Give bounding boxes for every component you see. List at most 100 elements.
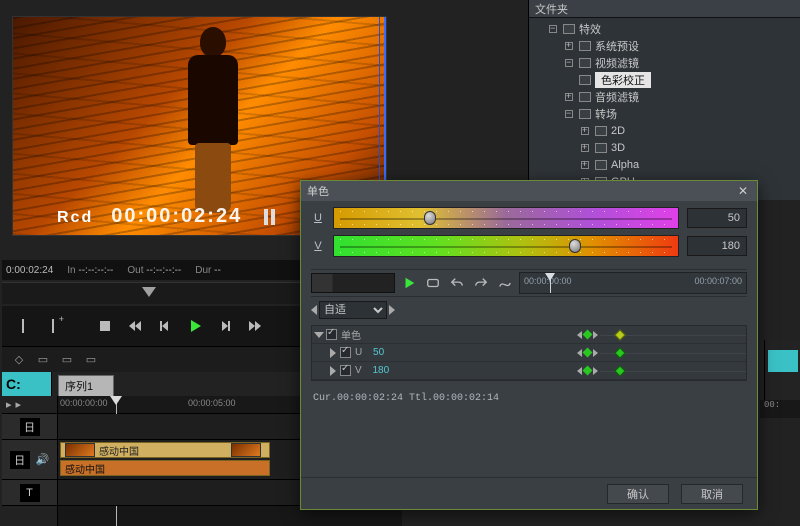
kf-fit-row: 自适 — [311, 301, 747, 319]
kf-thumbnail — [311, 273, 395, 293]
tl-header-tools[interactable]: ▸▸ — [2, 396, 57, 414]
speaker-icon[interactable]: 🔊 — [36, 453, 50, 466]
fit-next-button[interactable] — [389, 305, 395, 315]
clip-audio-1[interactable]: 感动中国 — [60, 460, 270, 476]
right-cyan-box[interactable] — [768, 350, 798, 372]
mark-in-plus-button[interactable] — [42, 315, 64, 337]
tree-color-correct[interactable]: 色彩校正 — [535, 71, 800, 88]
tree-audio-filter[interactable]: 音频滤镜 — [535, 88, 800, 105]
sequence-tab[interactable]: 序列1 — [58, 375, 114, 396]
mark-in-button[interactable] — [12, 315, 34, 337]
param-tree: 单色 U 50 V 180 — [311, 325, 747, 381]
folder-icon — [579, 58, 591, 68]
pause-icon — [256, 205, 268, 227]
ok-button[interactable]: 确认 — [607, 484, 669, 504]
u-label: U — [311, 212, 325, 224]
tree-alpha[interactable]: Alpha — [535, 156, 800, 173]
disclosure-icon[interactable] — [330, 348, 336, 358]
tool-ico-3[interactable]: ▭ — [60, 353, 74, 367]
effects-title: 文件夹 — [529, 0, 800, 18]
step-back-button[interactable] — [154, 315, 176, 337]
disclosure-icon[interactable] — [330, 366, 336, 376]
sequence-source-label: C: — [2, 372, 52, 396]
monochrome-dialog: 单色 ✕ U V 00:00:00:00 00:00:07:00 — [300, 180, 758, 510]
u-slider[interactable] — [333, 207, 679, 229]
param-v-value[interactable]: 180 — [372, 365, 400, 376]
keyframe-marker[interactable] — [614, 347, 625, 358]
param-v[interactable]: V 180 — [312, 362, 746, 380]
tree-3d[interactable]: 3D — [535, 139, 800, 156]
play-button[interactable] — [184, 315, 206, 337]
u-value-input[interactable] — [687, 208, 747, 228]
kf-loop-button[interactable] — [423, 273, 443, 293]
kf-ruler[interactable]: 00:00:00:00 00:00:07:00 — [519, 272, 747, 294]
stop-button[interactable] — [94, 315, 116, 337]
step-fwd-button[interactable] — [214, 315, 236, 337]
tree-root[interactable]: 特效 — [535, 20, 800, 37]
kf-redo-button[interactable] — [471, 273, 491, 293]
param-root-check[interactable] — [326, 329, 337, 340]
v-slider[interactable] — [333, 235, 679, 257]
tree-video-filter[interactable]: 视频滤镜 — [535, 54, 800, 71]
kf-prev-icon[interactable] — [577, 331, 582, 339]
folder-icon — [563, 24, 575, 34]
kf-playhead[interactable] — [550, 273, 551, 293]
fit-prev-button[interactable] — [311, 305, 317, 315]
track-v1-label: 日 — [10, 451, 30, 469]
param-v-check[interactable] — [340, 365, 351, 376]
rcd-timecode: 00:00:02:24 — [111, 205, 242, 227]
cancel-button[interactable]: 取消 — [681, 484, 743, 504]
scrub-pointer[interactable] — [142, 287, 156, 297]
dialog-footer: 确认 取消 — [301, 477, 757, 509]
track-header-v1[interactable]: 日🔊 — [2, 440, 57, 480]
kf-next-icon[interactable] — [593, 367, 598, 375]
param-root[interactable]: 单色 — [312, 326, 746, 344]
rewind-button[interactable] — [124, 315, 146, 337]
kf-undo-button[interactable] — [447, 273, 467, 293]
tree-root-label: 特效 — [579, 21, 601, 37]
ruler-mark-0: 00:00:00:00 — [60, 398, 108, 408]
param-u[interactable]: U 50 — [312, 344, 746, 362]
kf-prev-icon[interactable] — [577, 349, 582, 357]
param-u-value[interactable]: 50 — [373, 347, 401, 358]
kf-curve-button[interactable] — [495, 273, 515, 293]
close-icon[interactable]: ✕ — [735, 184, 751, 198]
tool-ico-2[interactable]: ▭ — [36, 353, 50, 367]
keyframe-marker[interactable] — [614, 329, 625, 340]
clip-video-1[interactable]: 感动中国 — [60, 442, 270, 458]
right-ruler: 00: — [760, 400, 800, 418]
dialog-titlebar[interactable]: 单色 ✕ — [301, 181, 757, 201]
tree-color-correct-label: 色彩校正 — [595, 72, 651, 88]
v-slider-knob[interactable] — [569, 239, 581, 253]
fast-fwd-button[interactable] — [244, 315, 266, 337]
ruler-mark-1: 00:00:05:00 — [188, 398, 236, 408]
folder-icon — [595, 143, 607, 153]
track-header-v2[interactable]: 日 — [2, 414, 57, 440]
disclosure-icon[interactable] — [314, 332, 324, 338]
current-tc: 0:00:02:24 — [6, 265, 53, 276]
track-header-t[interactable]: T — [2, 480, 57, 506]
tree-transitions[interactable]: 转场 — [535, 105, 800, 122]
kf-next-icon[interactable] — [593, 349, 598, 357]
tree-sys-preset-label: 系统预设 — [595, 38, 639, 54]
tree-2d[interactable]: 2D — [535, 122, 800, 139]
tree-3d-label: 3D — [611, 142, 625, 154]
effects-panel: 文件夹 特效 系统预设 视频滤镜 色彩校正 音频滤镜 转场 2D 3D Alph… — [528, 0, 800, 200]
v-value-input[interactable] — [687, 236, 747, 256]
u-slider-knob[interactable] — [424, 211, 436, 225]
param-u-check[interactable] — [340, 347, 351, 358]
kf-prev-icon[interactable] — [577, 367, 582, 375]
kf-next-icon[interactable] — [593, 331, 598, 339]
kf-add-icon[interactable] — [583, 330, 593, 340]
tool-ico-4[interactable]: ▭ — [84, 353, 98, 367]
kf-play-button[interactable] — [399, 273, 419, 293]
kf-add-icon[interactable] — [583, 366, 593, 376]
fit-select[interactable]: 自适 — [319, 301, 387, 319]
tool-ico-1[interactable]: ◇ — [12, 353, 26, 367]
keyframe-marker[interactable] — [614, 365, 625, 376]
v-slider-row: V — [311, 235, 747, 257]
tree-sys-preset[interactable]: 系统预设 — [535, 37, 800, 54]
kf-add-icon[interactable] — [583, 348, 593, 358]
rcd-label: Rcd — [57, 209, 93, 226]
param-v-label: V — [355, 365, 362, 376]
